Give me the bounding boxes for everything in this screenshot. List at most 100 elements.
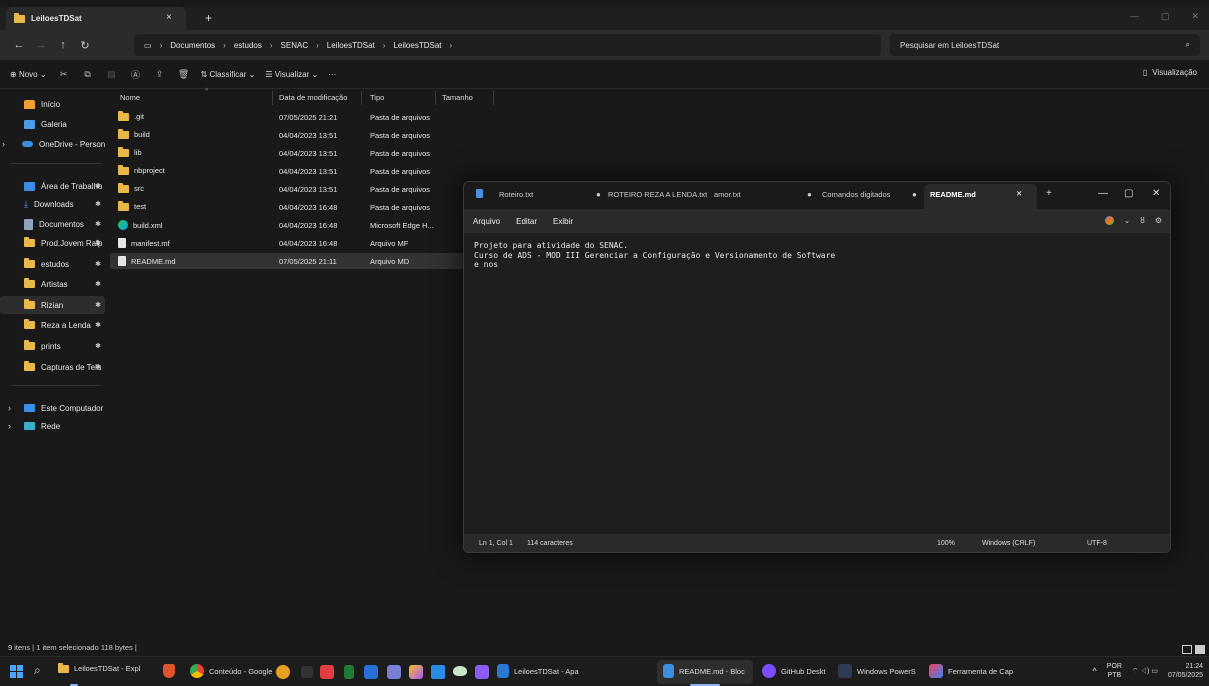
sidebar-item-rizian[interactable]: Rizian ✱ (0, 296, 105, 314)
close-tab-icon[interactable]: ✕ (1016, 189, 1022, 198)
paste-icon[interactable]: ▤ (105, 69, 119, 80)
share-icon[interactable]: ⇪ (153, 69, 167, 80)
file-row[interactable]: lib 04/04/2023 13:51 Pasta de arquivos (110, 145, 494, 161)
zoom-level[interactable]: 100% (937, 540, 955, 547)
maximize-button[interactable]: ▢ (1124, 188, 1133, 199)
show-hidden-icons-chevron[interactable]: ^ (1093, 666, 1097, 676)
vscode-icon[interactable] (431, 665, 445, 679)
back-icon[interactable]: ← (8, 39, 30, 51)
minimize-button[interactable]: — (1130, 11, 1139, 22)
copilot-icon[interactable] (1104, 216, 1114, 225)
app-icon[interactable] (320, 665, 334, 679)
column-name[interactable]: Nome (120, 93, 140, 102)
address-bar[interactable]: ▭ › Documentos › estudos › SENAC › Leilo… (134, 34, 881, 56)
app-icon[interactable] (301, 666, 313, 678)
column-divider[interactable] (493, 91, 494, 105)
sidebar-item-prints[interactable]: prints ✱ (0, 337, 105, 355)
taskbar-notepad[interactable]: README.md - Bloc (663, 664, 745, 678)
taskbar-explorer[interactable]: LeiloesTDSat - Expl (58, 662, 140, 673)
start-button[interactable] (10, 665, 23, 678)
sidebar-item-estudos[interactable]: estudos ✱ (0, 255, 105, 273)
file-row[interactable]: nbproject 04/04/2023 13:51 Pasta de arquiv… (110, 163, 494, 179)
settings-icon[interactable]: ⚙ (1155, 216, 1162, 225)
sidebar-item-home[interactable]: Início (0, 95, 105, 113)
forward-icon[interactable]: → (30, 39, 52, 51)
notepad-text-area[interactable]: Projeto para atividade do SENAC. Curso d… (464, 233, 1170, 534)
sidebar-item-onedrive[interactable]: › OneDrive - Persona (0, 135, 105, 153)
taskbar-apache-netbeans[interactable]: LeiloesTDSat - Apa (497, 664, 579, 678)
app-icon[interactable] (344, 665, 354, 679)
tab-comandos[interactable]: Comandos digitados (822, 190, 890, 199)
sidebar-item-reza-a-lenda[interactable]: Reza a Lenda ✱ (0, 316, 105, 334)
sidebar-item-network[interactable]: › Rede (0, 417, 105, 435)
account-icon[interactable]: ȣ (1140, 216, 1145, 225)
app-icon[interactable] (387, 665, 401, 679)
encoding[interactable]: UTF-8 (1087, 540, 1107, 547)
column-date[interactable]: Data de modificação (279, 93, 347, 102)
menu-editar[interactable]: Editar (516, 217, 537, 226)
new-button[interactable]: ⊕ Novo ⌄ (10, 70, 47, 79)
sidebar-item-artistas[interactable]: Artistas ✱ (0, 275, 105, 293)
column-divider[interactable] (435, 91, 436, 105)
sort-button[interactable]: ⇅ Classificar ⌄ (201, 70, 256, 79)
column-divider[interactable] (272, 91, 273, 105)
column-divider[interactable] (361, 91, 362, 105)
search-input[interactable]: Pesquisar em LeiloesTDSat ⌕ (890, 34, 1200, 56)
maximize-button[interactable]: ▢ (1161, 11, 1170, 22)
breadcrumb-documentos[interactable]: Documentos (170, 41, 215, 50)
column-type[interactable]: Tipo (370, 93, 384, 102)
sidebar-item-capturas[interactable]: Capturas de Tela ✱ (0, 358, 105, 376)
menu-exibir[interactable]: Exibir (553, 217, 573, 226)
up-icon[interactable]: ↑ (52, 39, 74, 51)
taskbar-github-desktop[interactable]: GitHub Deskt (762, 664, 826, 678)
sidebar-item-desktop[interactable]: Área de Trabalho ✱ (0, 177, 105, 195)
breadcrumb-estudos[interactable]: estudos (234, 41, 262, 50)
taskbar-powershell[interactable]: Windows PowerS (838, 664, 916, 678)
file-row[interactable]: README.md 07/05/2025 21:11 Arquivo MD (110, 253, 494, 269)
sidebar-item-prod-jovem[interactable]: Prod.Jovem Ralp ✱ (0, 234, 105, 252)
breadcrumb-leiloestdsat-current[interactable]: LeiloesTDSat (393, 41, 441, 50)
new-tab-button[interactable]: + (205, 11, 212, 25)
breadcrumb-leiloestdsat[interactable]: LeiloesTDSat (327, 41, 375, 50)
app-icon[interactable] (453, 666, 467, 676)
network-volume-battery-icons[interactable]: ⌔ ◁) ▭ (1132, 667, 1158, 676)
preview-button[interactable]: ▯ Visualização (1143, 68, 1197, 77)
sidebar-item-gallery[interactable]: Galeria (0, 115, 105, 133)
file-row[interactable]: .git 07/05/2025 21:21 Pasta de arquivos (110, 109, 494, 125)
clock[interactable]: 21:24 07/05/2025 (1168, 662, 1203, 680)
menu-arquivo[interactable]: Arquivo (473, 217, 500, 226)
file-row[interactable]: src 04/04/2023 13:51 Pasta de arquivos (110, 181, 494, 197)
language-indicator[interactable]: POR PTB (1107, 662, 1122, 680)
tab-readme[interactable]: README.md ✕ (924, 184, 1037, 209)
close-tab-icon[interactable]: × (166, 12, 172, 23)
chevron-down-icon[interactable]: ⌄ (1124, 216, 1131, 225)
sidebar-item-documents[interactable]: Documentos ✱ (0, 215, 105, 233)
explorer-tab[interactable]: LeiloesTDSat × (6, 7, 186, 30)
taskbar-brave[interactable] (163, 664, 175, 678)
minimize-button[interactable]: — (1098, 188, 1108, 199)
cut-icon[interactable]: ✂ (57, 69, 71, 80)
copy-icon[interactable]: ⧉ (81, 69, 95, 80)
app-icon[interactable] (409, 665, 423, 679)
tiles-view-icon[interactable] (1195, 645, 1205, 654)
refresh-icon[interactable]: ↻ (74, 39, 96, 52)
taskbar-snipping-tool[interactable]: Ferramenta de Cap (929, 664, 1013, 678)
close-window-button[interactable]: ✕ (1191, 11, 1199, 22)
tab-amor[interactable]: amor.txt (714, 190, 741, 199)
delete-icon[interactable]: 🗑 (177, 69, 191, 80)
app-icon[interactable] (475, 665, 489, 679)
rename-icon[interactable]: Ⓐ (129, 68, 143, 81)
file-row[interactable]: build 04/04/2023 13:51 Pasta de arquivos (110, 127, 494, 143)
sidebar-item-downloads[interactable]: ⤓ Downloads ✱ (0, 195, 105, 213)
file-row[interactable]: manifest.mf 04/04/2023 16:48 Arquivo MF (110, 235, 494, 251)
view-button[interactable]: ☰ Visualizar ⌄ (265, 70, 318, 79)
tab-roteiro[interactable]: Roteiro.txt (499, 190, 533, 199)
new-tab-button[interactable]: + (1046, 188, 1052, 199)
app-icon[interactable] (364, 665, 378, 679)
column-size[interactable]: Tamanho (442, 93, 473, 102)
close-window-button[interactable]: ✕ (1152, 188, 1160, 199)
app-icon[interactable] (276, 665, 290, 679)
taskbar-search-icon[interactable]: ⌕ (34, 663, 41, 678)
file-row[interactable]: test 04/04/2023 16:48 Pasta de arquivos (110, 199, 494, 215)
tab-roteiro-reza[interactable]: ROTEIRO REZA A LENDA.txt (608, 190, 707, 199)
